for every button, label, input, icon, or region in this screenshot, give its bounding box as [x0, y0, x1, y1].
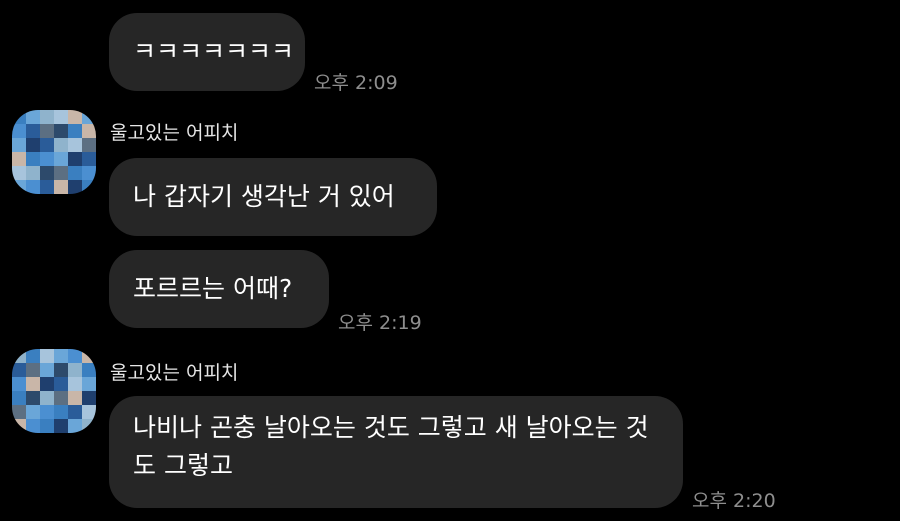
sender-avatar-icon[interactable]: [12, 349, 96, 433]
sender-avatar-icon[interactable]: [12, 110, 96, 194]
message-timestamp: 오후 2:20: [692, 490, 776, 512]
message-bubble[interactable]: 나비나 곤충 날아오는 것도 그렇고 새 날아오는 것도 그렇고: [109, 396, 683, 508]
message-bubble[interactable]: 포르르는 어때?: [109, 250, 329, 328]
sender-name: 울고있는 어피치: [110, 122, 239, 144]
chat-thread: ㅋㅋㅋㅋㅋㅋㅋ 오후 2:09 울고있는 어피치 나 갑자기 생각난 거 있어 …: [0, 0, 900, 521]
message-text: 나비나 곤충 날아오는 것도 그렇고 새 날아오는 것도 그렇고: [133, 413, 649, 480]
sender-name: 울고있는 어피치: [110, 362, 239, 384]
message-bubble[interactable]: 나 갑자기 생각난 거 있어: [109, 158, 437, 236]
message-text: ㅋㅋㅋㅋㅋㅋㅋ: [133, 37, 295, 66]
message-text: 포르르는 어때?: [133, 274, 293, 303]
message-text: 나 갑자기 생각난 거 있어: [133, 182, 395, 211]
message-bubble[interactable]: ㅋㅋㅋㅋㅋㅋㅋ: [109, 13, 305, 91]
message-timestamp: 오후 2:09: [314, 72, 398, 94]
message-timestamp: 오후 2:19: [338, 312, 422, 334]
